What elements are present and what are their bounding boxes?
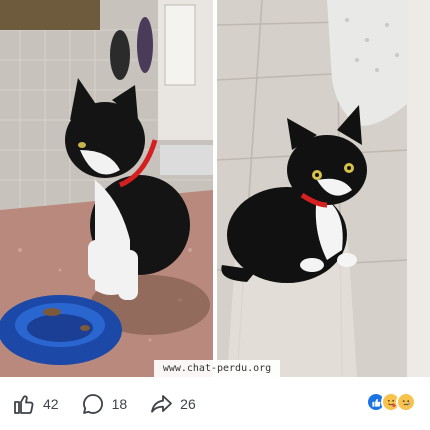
share-arrow-icon [151,395,173,413]
like-button[interactable]: 42 [12,389,59,419]
comment-bubble-icon [82,394,103,414]
watermark-text: www.chat-perdu.org [154,360,280,377]
reaction-summary[interactable] [366,392,416,414]
cat-eating-image [0,0,213,377]
comment-button[interactable]: 18 [81,389,128,419]
thumbs-up-icon [14,395,34,414]
comment-count: 18 [111,396,128,412]
share-count: 26 [180,396,196,412]
share-button[interactable]: 26 [149,389,196,419]
cat-sitting-image [217,0,430,377]
photo-cat-eating[interactable] [0,0,213,377]
like-count: 42 [43,396,59,412]
sad-reaction-icon [396,392,416,412]
photo-cat-sitting[interactable] [217,0,430,377]
photo-grid [0,0,430,377]
